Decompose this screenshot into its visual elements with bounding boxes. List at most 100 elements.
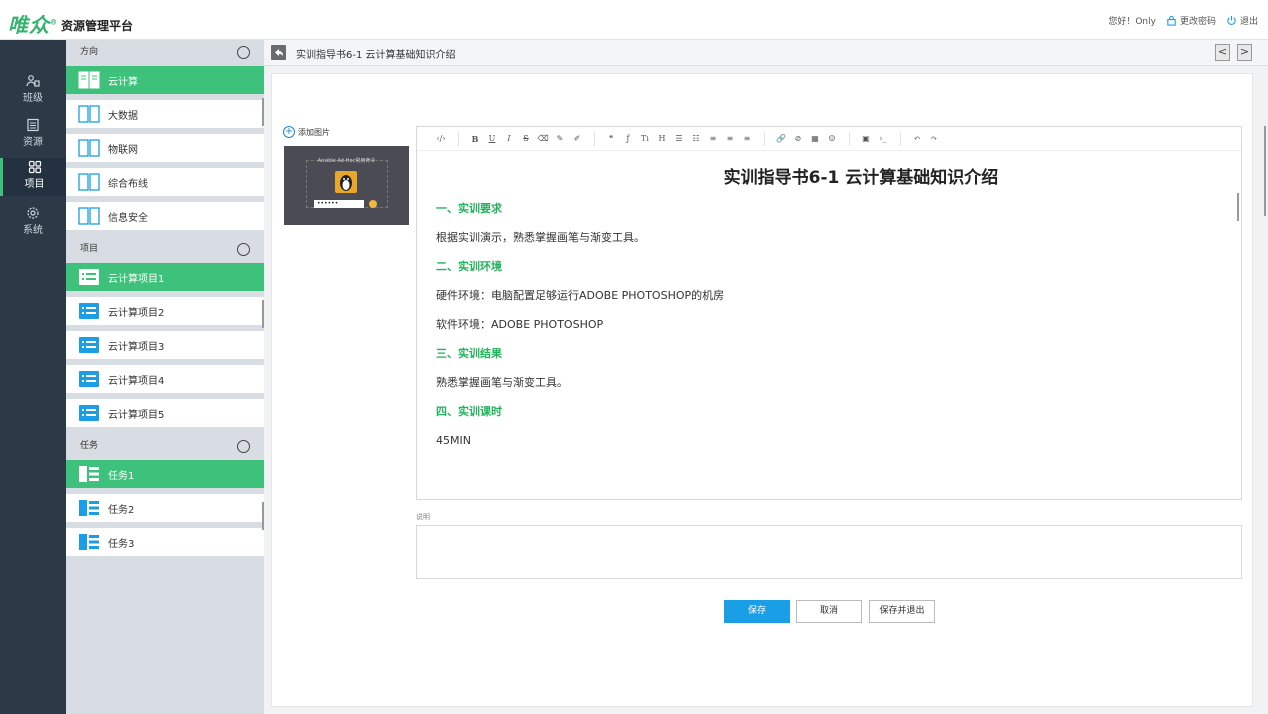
plus-icon: +	[283, 126, 295, 138]
list-icon	[79, 337, 99, 353]
sub-nav: 方向 云计算 大数据 物联网 综合布线 信息安全 项目 云计算项目1 云计算项目…	[66, 40, 264, 714]
list-icon	[79, 269, 99, 285]
font-size-button[interactable]: Tı	[637, 134, 653, 143]
align-center-button[interactable]: ≡	[722, 134, 738, 143]
link-button[interactable]: 🔗	[773, 134, 789, 143]
change-password-link[interactable]: 更改密码	[1166, 14, 1216, 27]
toolbar-divider	[900, 131, 901, 146]
code-view-button[interactable]: ‹/›	[433, 134, 449, 143]
sidebar-item-security[interactable]: 信息安全	[66, 202, 264, 230]
page-header: 实训指导书6-1 云计算基础知识介绍 < >	[264, 40, 1268, 66]
section-heading: 四、实训课时	[436, 405, 502, 418]
list-icon	[79, 371, 99, 387]
description-field[interactable]	[416, 525, 1242, 579]
bold-button[interactable]: B	[467, 134, 483, 144]
image-thumbnail[interactable]: Ansible Ad-Hoc常用命令 ••••••	[284, 146, 409, 225]
book-icon	[78, 139, 100, 157]
underline-button[interactable]: U	[484, 134, 500, 143]
task-icon	[79, 466, 99, 482]
back-arrow-icon	[275, 49, 283, 56]
table-button[interactable]: ▦	[807, 134, 823, 143]
sidebar-item-project4[interactable]: 云计算项目4	[66, 365, 264, 393]
back-button[interactable]	[271, 45, 286, 60]
toolbar-divider	[764, 131, 765, 146]
editor-document[interactable]: 实训指导书6-1 云计算基础知识介绍 一、实训要求 根据实训演示，熟悉掌握画笔与…	[436, 163, 1226, 461]
font-button[interactable]: ƒ	[620, 134, 636, 143]
section-task-header[interactable]: 任务	[66, 434, 264, 459]
book-icon	[78, 105, 100, 123]
nav-item-resource[interactable]: 资源	[0, 116, 66, 154]
section-heading: 二、实训环境	[436, 260, 502, 273]
book-icon	[78, 207, 100, 225]
logo-text: 资源管理平台	[61, 19, 134, 33]
sidebar-item-bigdata[interactable]: 大数据	[66, 100, 264, 128]
emoji-button[interactable]: ☺	[824, 134, 840, 143]
add-image-button[interactable]: + 添加图片	[283, 126, 330, 138]
quote-button[interactable]: ❝	[603, 134, 619, 143]
main-nav: 班级 资源 项目 系统	[0, 40, 66, 714]
sidebar-item-iot[interactable]: 物联网	[66, 134, 264, 162]
sidebar-item-cloud[interactable]: 云计算	[66, 66, 264, 94]
nav-item-system[interactable]: 系统	[0, 204, 66, 242]
sidebar-item-task3[interactable]: 任务3	[66, 528, 264, 556]
unlink-button[interactable]: ⊘	[790, 134, 806, 143]
class-icon	[26, 75, 40, 87]
save-and-exit-button[interactable]: 保存并退出	[869, 600, 935, 623]
paragraph: 软件环境：ADOBE PHOTOSHOP	[436, 318, 604, 331]
undo-button[interactable]: ↶	[909, 134, 925, 143]
paragraph: 硬件环境：电脑配置足够运行ADOBE PHOTOSHOP的机房	[436, 289, 725, 302]
logo: 唯众® 资源管理平台	[8, 9, 133, 38]
section-heading: 三、实训结果	[436, 347, 502, 360]
section-project-header[interactable]: 项目	[66, 237, 264, 262]
sidebar-item-project2[interactable]: 云计算项目2	[66, 297, 264, 325]
strikethrough-button[interactable]: S	[518, 134, 534, 143]
book-icon	[78, 71, 100, 89]
cancel-button[interactable]: 取消	[796, 600, 862, 623]
chevron-down-icon[interactable]	[237, 46, 250, 59]
ordered-list-button[interactable]: ☷	[688, 134, 704, 143]
task-icon	[79, 500, 99, 516]
heading-button[interactable]: H	[654, 134, 670, 143]
sidebar-item-project5[interactable]: 云计算项目5	[66, 399, 264, 427]
toolbar-divider	[458, 131, 459, 146]
sidebar-item-cabling[interactable]: 综合布线	[66, 168, 264, 196]
chevron-up-icon[interactable]	[237, 440, 250, 453]
save-button[interactable]: 保存	[724, 600, 790, 623]
section-direction-header[interactable]: 方向	[66, 40, 264, 65]
next-page-button[interactable]: >	[1237, 44, 1252, 61]
sidebar-item-task2[interactable]: 任务2	[66, 494, 264, 522]
sidebar-item-project1[interactable]: 云计算项目1	[66, 263, 264, 291]
editor-scrollbar[interactable]	[1237, 193, 1239, 221]
align-right-button[interactable]: ≡	[739, 134, 755, 143]
nav-item-class[interactable]: 班级	[0, 72, 66, 110]
image-button[interactable]: ▣	[858, 134, 874, 143]
unordered-list-button[interactable]: ☰	[671, 134, 687, 143]
paragraph: 熟悉掌握画笔与渐变工具。	[436, 376, 568, 389]
description-label: 说明	[416, 513, 430, 521]
rich-text-editor[interactable]: ‹/› B U I S ⌫ ✎ ✐ ❝ ƒ Tı H ☰ ☷ ≡ ≡ ≡ 🔗 ⊘…	[416, 126, 1242, 500]
section-heading: 一、实训要求	[436, 202, 502, 215]
page-scrollbar[interactable]	[1264, 126, 1266, 216]
prev-page-button[interactable]: <	[1215, 44, 1230, 61]
redo-button[interactable]: ↷	[926, 134, 942, 143]
logout-link[interactable]: 退出	[1226, 14, 1258, 27]
code-block-button[interactable]: ›_	[875, 134, 891, 143]
thumbnail-dot	[369, 200, 377, 208]
italic-button[interactable]: I	[501, 134, 517, 143]
sidebar-item-project3[interactable]: 云计算项目3	[66, 331, 264, 359]
user-bar: 您好！Only 更改密码 退出	[1098, 14, 1258, 27]
align-left-button[interactable]: ≡	[705, 134, 721, 143]
thumbnail-title: Ansible Ad-Hoc常用命令	[317, 158, 376, 164]
pen-button[interactable]: ✎	[552, 134, 568, 143]
paragraph: 45MIN	[436, 434, 471, 447]
editor-toolbar: ‹/› B U I S ⌫ ✎ ✐ ❝ ƒ Tı H ☰ ☷ ≡ ≡ ≡ 🔗 ⊘…	[417, 127, 1241, 151]
resource-icon	[27, 118, 39, 132]
list-icon	[79, 405, 99, 421]
sidebar-item-task1[interactable]: 任务1	[66, 460, 264, 488]
eraser-button[interactable]: ⌫	[535, 134, 551, 143]
chevron-down-icon[interactable]	[237, 243, 250, 256]
list-icon	[79, 303, 99, 319]
lock-icon	[1167, 15, 1176, 26]
brush-button[interactable]: ✐	[569, 134, 585, 143]
nav-item-project[interactable]: 项目	[0, 158, 66, 196]
